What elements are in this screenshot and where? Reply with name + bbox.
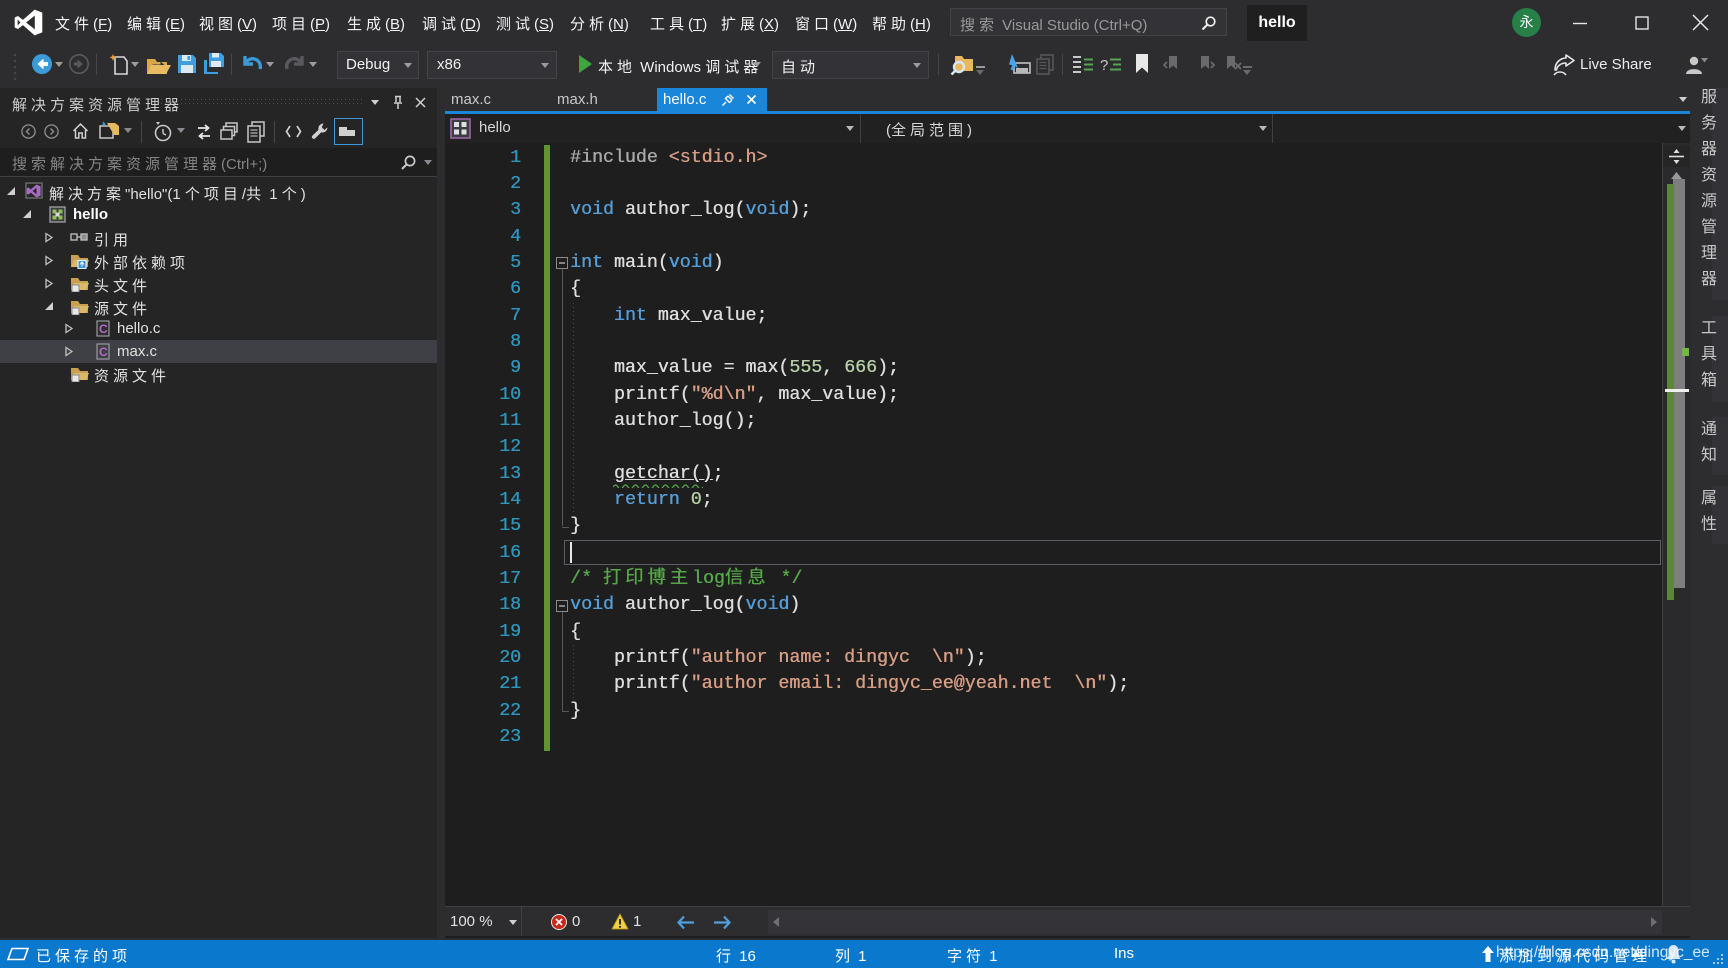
svg-text:C: C bbox=[99, 322, 108, 336]
svg-text:?: ? bbox=[1100, 57, 1108, 74]
svg-text:C: C bbox=[99, 345, 108, 359]
